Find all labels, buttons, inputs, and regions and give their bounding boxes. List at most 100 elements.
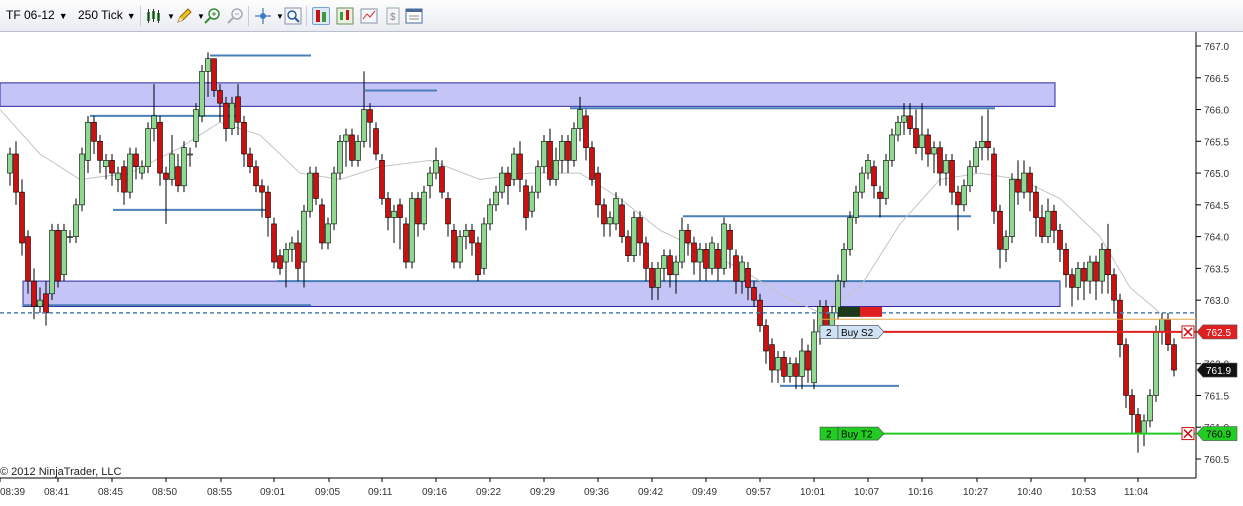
- down-candle: [985, 141, 991, 148]
- up-candle: [943, 160, 949, 174]
- zoom-out-icon[interactable]: [226, 7, 244, 25]
- up-candle: [463, 229, 469, 237]
- down-candle: [685, 229, 691, 244]
- pencil-draw-icon[interactable]: [175, 7, 193, 25]
- time-tick-label: 11:04: [1124, 487, 1149, 498]
- stop-order-tag[interactable]: 2 Buy S2: [819, 325, 885, 339]
- up-candle: [1087, 261, 1093, 282]
- time-tick-label: 09:01: [260, 487, 285, 498]
- target-order-tag[interactable]: 2 Buy T2: [819, 426, 885, 441]
- down-candle: [367, 109, 373, 123]
- bar-type-icon[interactable]: [145, 7, 163, 25]
- down-candle: [349, 134, 355, 161]
- price-tick-label: 761.5: [1204, 391, 1229, 402]
- up-candle: [811, 331, 817, 384]
- up-candle: [847, 217, 853, 250]
- properties-icon[interactable]: [405, 7, 423, 25]
- strategies-icon[interactable]: [360, 7, 378, 25]
- order-label: Buy S2: [841, 328, 874, 339]
- down-candle: [1111, 274, 1117, 301]
- up-candle: [661, 255, 667, 269]
- up-candle: [787, 363, 793, 377]
- indicators-icon[interactable]: [336, 7, 354, 25]
- pnl-tag-loss: [860, 306, 882, 317]
- down-candle: [601, 204, 607, 225]
- down-candle: [667, 255, 673, 276]
- down-candle: [691, 242, 697, 263]
- interval-label: 250 Tick: [78, 8, 123, 22]
- down-candle: [925, 134, 931, 155]
- down-candle: [1051, 210, 1057, 231]
- down-candle: [955, 191, 961, 206]
- down-candle: [595, 172, 601, 206]
- up-candle: [709, 242, 715, 269]
- up-candle: [541, 141, 547, 168]
- up-candle: [775, 357, 781, 371]
- up-candle: [883, 160, 889, 199]
- time-tick-label: 08:45: [98, 487, 123, 498]
- chevron-down-icon[interactable]: ▼: [167, 12, 175, 21]
- price-chart[interactable]: 2 Buy S2 2 Buy T2 767.0 766.5 766.0 765.5 765.0…: [0, 32, 1243, 506]
- chart-trader-icon[interactable]: [312, 7, 330, 25]
- down-candle: [397, 204, 403, 218]
- down-candle: [751, 287, 757, 301]
- order-label: Buy T2: [841, 430, 873, 441]
- interval-selector[interactable]: 250 Tick ▼: [78, 8, 136, 22]
- up-candle: [145, 128, 151, 168]
- time-tick-label: 08:55: [207, 487, 232, 498]
- down-candle: [745, 268, 751, 288]
- up-candle: [853, 191, 859, 218]
- up-candle: [739, 261, 745, 282]
- time-tick-label: 09:11: [368, 487, 393, 498]
- down-candle: [25, 236, 31, 282]
- up-candle: [1147, 395, 1153, 422]
- down-candle: [1069, 274, 1075, 288]
- down-candle: [1039, 217, 1045, 237]
- crosshair-icon[interactable]: [254, 7, 272, 25]
- instrument-selector[interactable]: TF 06-12 ▼: [6, 8, 68, 22]
- copyright-text: © 2012 NinjaTrader, LLC: [0, 466, 121, 478]
- up-candle: [631, 217, 637, 256]
- down-candle: [715, 249, 721, 269]
- up-candle: [343, 134, 349, 142]
- up-candle: [679, 229, 685, 263]
- chevron-down-icon[interactable]: ▼: [276, 12, 284, 21]
- magnifier-icon[interactable]: [284, 7, 302, 25]
- up-candle: [103, 160, 109, 168]
- time-tick-label: 09:22: [476, 487, 501, 498]
- up-candle: [409, 198, 415, 263]
- down-candle: [793, 363, 799, 377]
- down-candle: [769, 344, 775, 371]
- price-tick-label: 763.0: [1204, 296, 1229, 307]
- down-candle: [13, 153, 19, 193]
- up-candle: [865, 160, 871, 174]
- down-candle: [133, 153, 139, 168]
- zoom-in-icon[interactable]: [203, 7, 221, 25]
- data-box-icon[interactable]: $: [384, 7, 402, 25]
- down-candle: [1063, 249, 1069, 276]
- down-candle: [949, 160, 955, 193]
- time-tick-label: 10:40: [1017, 487, 1042, 498]
- up-candle: [553, 160, 559, 180]
- up-candle: [1159, 318, 1165, 333]
- down-candle: [703, 249, 709, 269]
- up-candle: [331, 172, 337, 225]
- up-candle: [607, 217, 613, 225]
- down-candle: [97, 141, 103, 161]
- demand-zone: [22, 280, 1061, 308]
- up-candle: [421, 191, 427, 225]
- down-candle: [295, 242, 301, 269]
- up-candle: [859, 172, 865, 193]
- up-candle: [205, 58, 211, 72]
- time-tick-label: 09:29: [530, 487, 555, 498]
- down-candle: [109, 160, 115, 174]
- down-candle: [1093, 261, 1099, 282]
- time-tick-label: 08:41: [44, 487, 69, 498]
- time-tick-label: 09:16: [422, 487, 447, 498]
- up-candle: [1141, 420, 1147, 434]
- down-candle: [1015, 179, 1021, 193]
- up-candle: [493, 191, 499, 206]
- up-candle: [433, 160, 439, 174]
- price-tick-label: 765.5: [1204, 137, 1229, 148]
- chart-toolbar: TF 06-12 ▼ 250 Tick ▼ ▼ ▼ ▼ $: [0, 0, 1243, 32]
